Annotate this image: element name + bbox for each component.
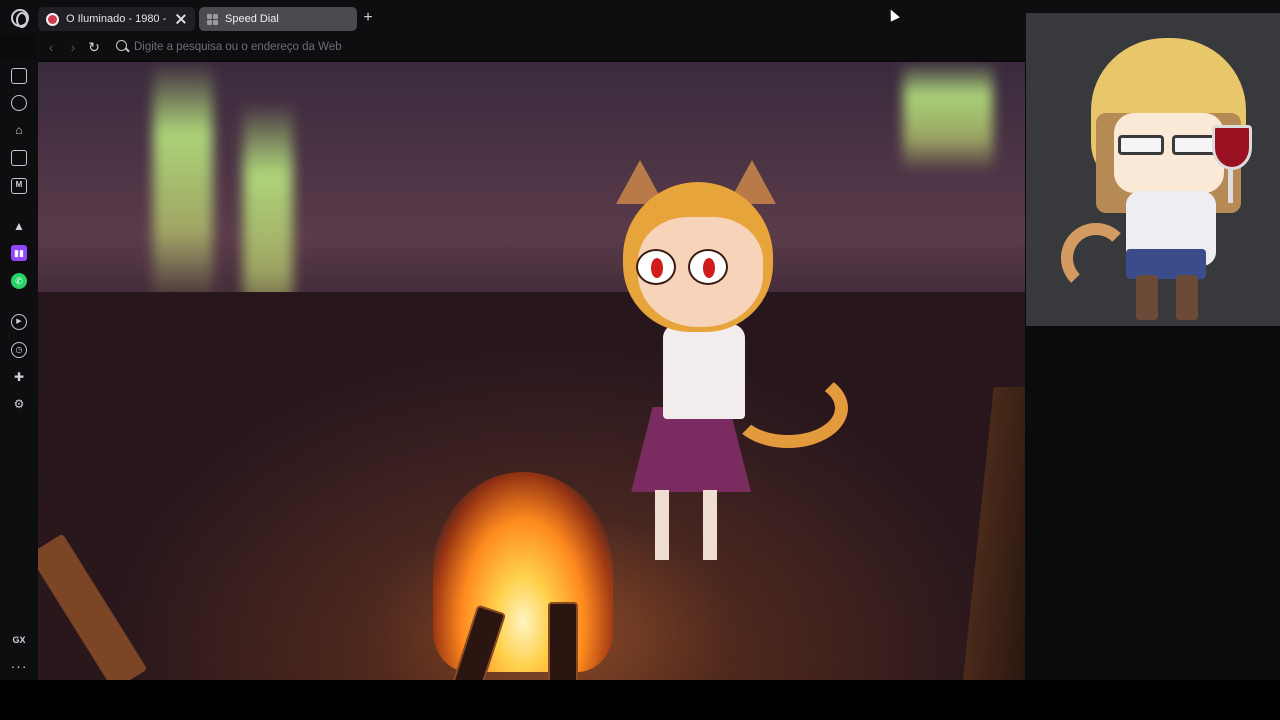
opera-gx-logo-icon[interactable] bbox=[11, 9, 29, 28]
back-arrow-icon[interactable]: ‹ bbox=[43, 38, 59, 56]
extensions-icon[interactable]: ✚ bbox=[11, 369, 27, 385]
whatsapp-icon[interactable]: ✆ bbox=[11, 273, 27, 289]
aurora-right bbox=[903, 62, 993, 172]
speed-dial-grid-icon bbox=[207, 13, 218, 25]
avatar-leg bbox=[1176, 275, 1198, 320]
browser-window: O Iluminado - 1980 - Speed Dial + ‹ › ↻ … bbox=[0, 0, 1280, 720]
avatar-overlay bbox=[1026, 13, 1280, 326]
sidebar: ⌂ M ▲ ▮▮ ✆ ▶ ◷ ✚ ⚙ GX ··· bbox=[0, 60, 38, 680]
tab-title: O Iluminado - 1980 - bbox=[66, 13, 167, 25]
video-content[interactable] bbox=[38, 62, 1025, 680]
settings-icon[interactable]: ⚙ bbox=[11, 396, 27, 412]
mouse-cursor-icon bbox=[886, 7, 900, 22]
more-options-icon[interactable]: ··· bbox=[8, 658, 30, 674]
wine-glass bbox=[1212, 125, 1252, 170]
avatar-leg bbox=[1136, 275, 1158, 320]
tab-title: Speed Dial bbox=[225, 13, 279, 25]
cat-tail bbox=[728, 368, 848, 448]
search-icon bbox=[116, 40, 127, 51]
cleaner-icon[interactable]: ⌂ bbox=[11, 122, 27, 138]
forward-arrow-icon[interactable]: › bbox=[65, 38, 81, 56]
player-icon[interactable]: ▶ bbox=[11, 314, 27, 330]
close-tab-icon[interactable] bbox=[175, 13, 187, 25]
history-icon[interactable]: ◷ bbox=[11, 342, 27, 358]
gx-corner-icon[interactable] bbox=[11, 150, 27, 166]
twitch-icon[interactable]: ▮▮ bbox=[11, 245, 27, 261]
speedometer-icon[interactable] bbox=[11, 95, 27, 111]
tab-speed-dial[interactable]: Speed Dial bbox=[199, 7, 357, 31]
gaming-controller-icon[interactable] bbox=[11, 68, 27, 84]
address-bar: ‹ › ↻ bbox=[36, 34, 1026, 60]
address-input[interactable] bbox=[134, 38, 534, 56]
aria-icon[interactable]: ▲ bbox=[11, 218, 27, 234]
music-player-icon[interactable]: M bbox=[11, 178, 27, 194]
avatar-glasses bbox=[1114, 135, 1224, 157]
gx-control-label[interactable]: GX bbox=[8, 635, 30, 645]
youtube-favicon-icon bbox=[46, 12, 59, 26]
wine-glass-stem bbox=[1228, 167, 1233, 203]
bottom-letterbox bbox=[0, 680, 1280, 720]
character-leg bbox=[703, 490, 717, 560]
aurora-left bbox=[153, 62, 213, 302]
new-tab-plus-icon[interactable]: + bbox=[361, 10, 375, 26]
tab-o-iluminado[interactable]: O Iluminado - 1980 - bbox=[38, 7, 195, 31]
character-leg bbox=[655, 490, 669, 560]
avatar-tail bbox=[1061, 223, 1131, 293]
character-eye bbox=[688, 249, 728, 285]
character-body bbox=[663, 324, 745, 419]
campfire bbox=[433, 472, 613, 672]
log bbox=[548, 602, 578, 680]
character-eye bbox=[636, 249, 676, 285]
reload-icon[interactable]: ↻ bbox=[86, 38, 102, 56]
